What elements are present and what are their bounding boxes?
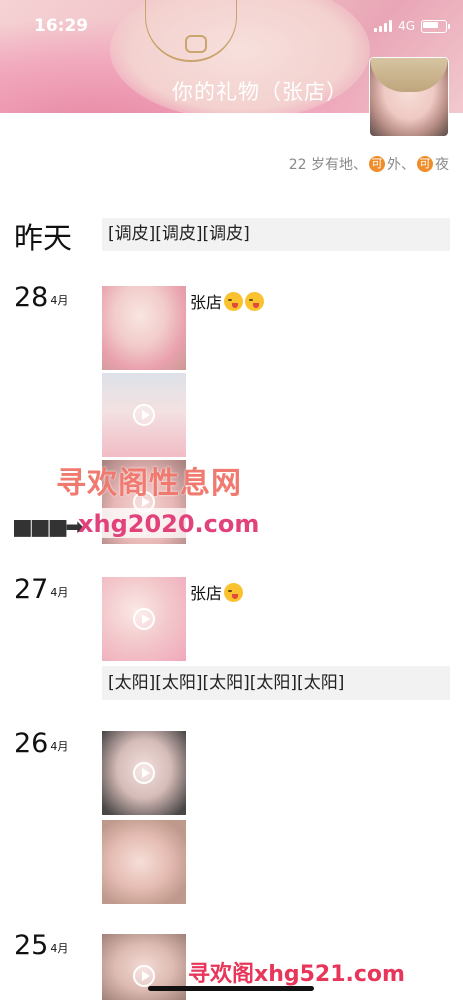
signal-icon: [374, 20, 393, 32]
play-icon: [133, 608, 155, 630]
wink-tongue-emoji-icon: [224, 291, 244, 311]
photo-thumbnail[interactable]: [102, 286, 186, 370]
date-label: 昨天: [14, 221, 73, 255]
date-label: 28 4月: [14, 282, 68, 313]
date-label: 26 4月: [14, 728, 68, 759]
signature-part-3: 夜: [435, 157, 449, 173]
arrow-right-icon: ■■■➡: [12, 515, 84, 540]
post-caption[interactable]: 张店: [190, 580, 244, 604]
date-day: 28: [14, 282, 49, 313]
date-label: 27 4月: [14, 574, 68, 605]
profile-signature: 22 岁有地、 可 外、 可 夜: [289, 154, 449, 174]
post-caption[interactable]: 张店: [190, 289, 265, 313]
date-label: 25 4月: [14, 930, 68, 961]
date-month: 4月: [50, 294, 69, 307]
date-day: 25: [14, 930, 49, 961]
avatar[interactable]: [370, 58, 448, 136]
badge-ke-icon: 可: [369, 156, 385, 172]
caption-text: 张店: [190, 293, 223, 312]
date-day: 27: [14, 574, 49, 605]
wink-tongue-emoji-icon: [245, 291, 265, 311]
signature-part-2: 外、: [387, 157, 415, 173]
video-thumbnail[interactable]: [102, 373, 186, 457]
battery-icon: [421, 19, 450, 33]
date-month: 4月: [50, 586, 69, 599]
badge-ke-icon: 可: [417, 156, 433, 172]
network-type: 4G: [398, 19, 415, 33]
avatar-hair: [370, 58, 448, 92]
watermark-bottom: 寻欢阁xhg521.com: [188, 962, 405, 987]
video-thumbnail[interactable]: [102, 731, 186, 815]
caption-text: 张店: [190, 584, 223, 603]
wink-tongue-emoji-icon: [224, 582, 244, 602]
text-post[interactable]: [太阳][太阳][太阳][太阳][太阳]: [102, 666, 450, 700]
status-time: 16:29: [34, 16, 89, 36]
home-indicator[interactable]: [148, 986, 314, 991]
status-indicators: 4G: [374, 19, 450, 33]
text-post[interactable]: [调皮][调皮][调皮]: [102, 218, 450, 251]
date-month: 4月: [50, 740, 69, 753]
pendant-graphic: [185, 35, 207, 53]
date-month: 4月: [50, 942, 69, 955]
video-thumbnail[interactable]: [102, 577, 186, 661]
watermark-url: xhg2020.com: [78, 510, 260, 538]
date-day: 26: [14, 728, 49, 759]
photo-thumbnail[interactable]: [102, 820, 186, 904]
cover-title: 你的礼物（张店）: [172, 80, 348, 104]
play-icon: [133, 965, 155, 987]
signature-part-1: 22 岁有地、: [288, 157, 367, 173]
play-icon: [133, 762, 155, 784]
watermark-text: 寻欢阁性息网: [56, 466, 242, 501]
play-icon: [133, 404, 155, 426]
